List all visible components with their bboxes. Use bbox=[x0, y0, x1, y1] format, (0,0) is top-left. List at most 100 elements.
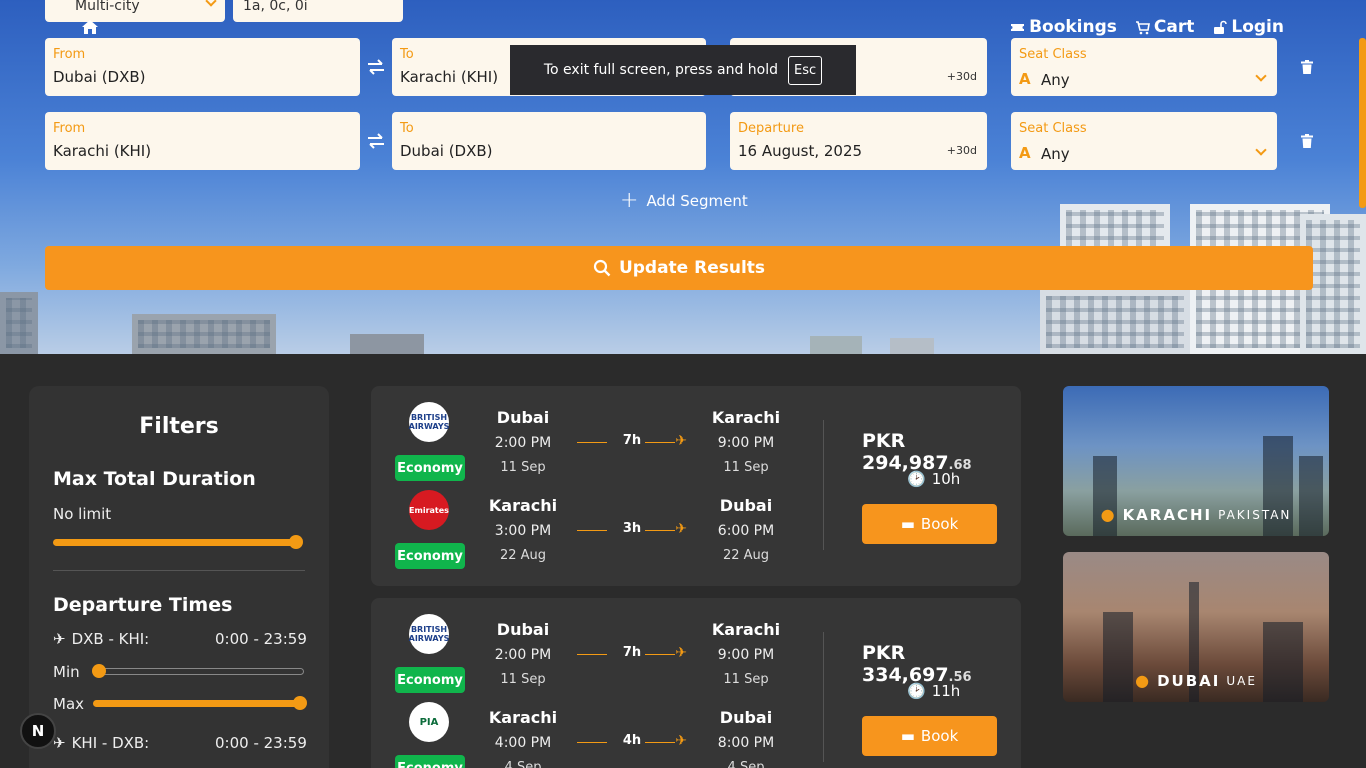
duration-label: 7h bbox=[622, 433, 642, 448]
to-value: Karachi (KHI) bbox=[400, 68, 499, 86]
departure-city: Karachi bbox=[488, 496, 558, 515]
destination-card-karachi[interactable]: ● KARACHI PAKISTAN bbox=[1063, 386, 1329, 536]
slider-handle[interactable] bbox=[289, 535, 303, 549]
cabin-badge: Economy bbox=[395, 667, 465, 693]
plane-icon: ✈ bbox=[675, 521, 687, 537]
flight-result-card: BRITISH AIRWAYS Economy Dubai 2:00 PM 11… bbox=[371, 386, 1021, 586]
cart-link[interactable]: Cart bbox=[1135, 17, 1194, 37]
arrival-city: Karachi bbox=[711, 408, 781, 427]
slider-handle[interactable] bbox=[293, 696, 307, 710]
flight-result-card: BRITISH AIRWAYS Economy Dubai 2:00 PM 11… bbox=[371, 598, 1021, 768]
login-link[interactable]: Login bbox=[1212, 17, 1284, 37]
filters-panel: Filters Max Total Duration No limit Depa… bbox=[29, 386, 329, 768]
arrival-date: 4 Sep bbox=[727, 760, 765, 768]
skyline-building bbox=[1263, 622, 1303, 702]
add-segment-button[interactable]: + Add Segment bbox=[620, 190, 748, 212]
departure-times-title: Departure Times bbox=[53, 594, 233, 616]
book-button[interactable]: ▬ Book bbox=[862, 716, 997, 756]
total-duration-value: 10h bbox=[931, 470, 961, 488]
route-2-name: KHI - DXB: bbox=[71, 734, 150, 752]
from-value: Dubai (DXB) bbox=[53, 68, 146, 86]
destination-card-dubai[interactable]: ● DUBAI UAE bbox=[1063, 552, 1329, 702]
destination-label: ● KARACHI PAKISTAN bbox=[1063, 505, 1329, 524]
cart-label: Cart bbox=[1153, 17, 1195, 37]
segment-2-departure-field[interactable]: Departure 16 August, 2025 +30d bbox=[730, 112, 987, 170]
segment-2-to-field[interactable]: To Dubai (DXB) bbox=[392, 112, 706, 170]
departure-time: 4:00 PM bbox=[494, 735, 552, 751]
page-scrollbar[interactable] bbox=[1359, 38, 1366, 208]
cart-icon bbox=[1135, 20, 1150, 34]
chevron-down-icon bbox=[205, 0, 217, 7]
arrival-date: 11 Sep bbox=[723, 460, 769, 475]
login-label: Login bbox=[1231, 17, 1284, 37]
departure-city: Dubai bbox=[496, 620, 550, 639]
departure-date: 11 Sep bbox=[500, 672, 546, 687]
max-duration-slider[interactable] bbox=[53, 535, 303, 549]
price-main: PKR 294,987 bbox=[862, 430, 949, 474]
book-label: Book bbox=[920, 515, 959, 533]
departure-date: 22 Aug bbox=[499, 548, 547, 563]
route-1-label: ✈ DXB - KHI: bbox=[53, 630, 149, 648]
search-icon bbox=[593, 259, 611, 277]
min-label: Min bbox=[53, 663, 80, 681]
seat-class-label: Seat Class bbox=[1019, 47, 1087, 62]
plane-icon: ✈ bbox=[675, 645, 687, 661]
segment-1-seat-class-select[interactable]: Seat Class A Any bbox=[1011, 38, 1277, 96]
airline-logo: Emirates bbox=[409, 490, 449, 530]
divider bbox=[823, 420, 824, 550]
trip-type-value: Multi-city bbox=[75, 0, 140, 14]
swap-icon[interactable] bbox=[366, 131, 386, 151]
destination-label: ● DUBAI UAE bbox=[1063, 671, 1329, 690]
passengers-select[interactable]: 1a, 0c, 0i bbox=[233, 0, 403, 22]
price: PKR 294,987.68 bbox=[862, 430, 1021, 474]
departure-date: 11 Sep bbox=[500, 460, 546, 475]
plane-icon: ✈ bbox=[675, 733, 687, 749]
arrival-time: 6:00 PM bbox=[717, 523, 775, 539]
location-pin-icon: ● bbox=[1100, 505, 1117, 524]
route-1-name: DXB - KHI: bbox=[71, 630, 150, 648]
skyline-building bbox=[132, 314, 276, 354]
segment-1-from-field[interactable]: From Dubai (DXB) bbox=[45, 38, 360, 96]
book-button[interactable]: ▬ Book bbox=[862, 504, 997, 544]
credit-card-icon: ▬ bbox=[900, 727, 915, 745]
clock-icon: 🕑 bbox=[907, 682, 926, 700]
total-duration: 🕑 11h bbox=[907, 682, 960, 700]
top-navigation: Bookings Cart Login bbox=[1010, 17, 1284, 37]
takeoff-icon: ✈ bbox=[53, 630, 66, 648]
seat-class-label: Seat Class bbox=[1019, 121, 1087, 136]
arrival-city: Dubai bbox=[719, 496, 773, 515]
slider-handle[interactable] bbox=[92, 664, 106, 678]
max-duration-title: Max Total Duration bbox=[53, 468, 256, 490]
dev-tools-badge[interactable]: N bbox=[20, 713, 56, 749]
segment-2-seat-class-select[interactable]: Seat Class A Any bbox=[1011, 112, 1277, 170]
segment-2-from-field[interactable]: From Karachi (KHI) bbox=[45, 112, 360, 170]
passengers-value: 1a, 0c, 0i bbox=[243, 0, 308, 14]
price-main: PKR 334,697 bbox=[862, 642, 949, 686]
seat-icon: A bbox=[1019, 144, 1031, 162]
cabin-badge: Economy bbox=[395, 755, 465, 768]
toast-message: To exit full screen, press and hold bbox=[543, 62, 778, 78]
swap-icon[interactable] bbox=[366, 57, 386, 77]
skyline-building bbox=[810, 336, 862, 354]
flex-days-label: +30d bbox=[946, 144, 977, 157]
trip-type-select[interactable]: Multi-city bbox=[45, 0, 225, 22]
trash-icon[interactable] bbox=[1301, 60, 1313, 74]
departure-min-slider[interactable] bbox=[92, 664, 304, 678]
skyline-building bbox=[1093, 456, 1117, 536]
departure-time: 2:00 PM bbox=[494, 647, 552, 663]
skyline-building bbox=[1040, 290, 1190, 354]
clock-icon: 🕑 bbox=[907, 470, 926, 488]
max-label: Max bbox=[53, 695, 85, 713]
departure-max-slider[interactable] bbox=[93, 696, 307, 710]
update-results-button[interactable]: Update Results bbox=[45, 246, 1313, 290]
bookings-label: Bookings bbox=[1029, 17, 1117, 37]
trash-icon[interactable] bbox=[1301, 134, 1313, 148]
from-value: Karachi (KHI) bbox=[53, 142, 152, 160]
home-icon[interactable] bbox=[81, 19, 99, 35]
skyline-building bbox=[350, 334, 424, 354]
max-duration-value: No limit bbox=[53, 505, 112, 523]
cabin-badge: Economy bbox=[395, 455, 465, 481]
flex-days-label: +30d bbox=[946, 70, 977, 83]
bookings-link[interactable]: Bookings bbox=[1010, 17, 1117, 37]
divider bbox=[823, 632, 824, 762]
